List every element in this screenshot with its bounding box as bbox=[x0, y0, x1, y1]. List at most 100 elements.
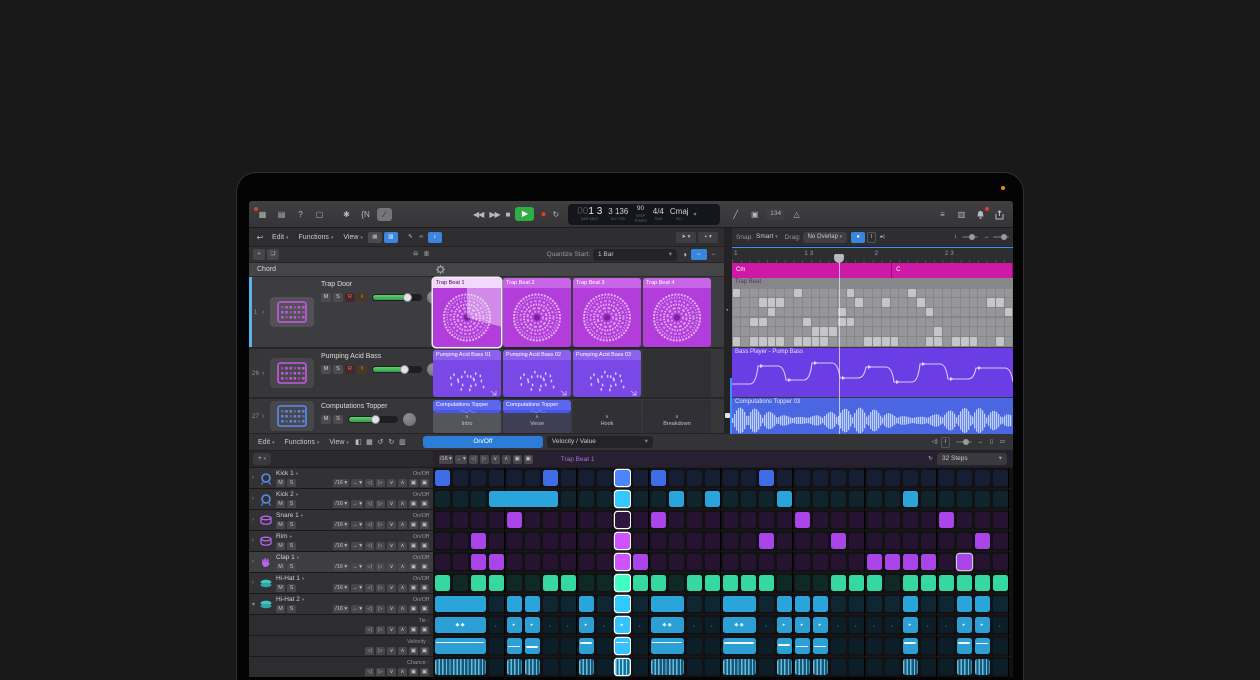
step-cell[interactable] bbox=[705, 659, 720, 675]
step-cell[interactable] bbox=[921, 596, 936, 612]
step-cell[interactable] bbox=[687, 554, 702, 570]
solo-button[interactable]: S bbox=[287, 521, 296, 530]
step-cell[interactable] bbox=[885, 491, 900, 507]
rotate-left-step-button[interactable]: ◁ bbox=[365, 542, 374, 551]
solo-button[interactable]: S bbox=[287, 542, 296, 551]
grid-view-icon[interactable]: ▦ bbox=[368, 232, 382, 243]
increment-button[interactable]: ∧ bbox=[398, 584, 407, 593]
step-cell[interactable] bbox=[849, 491, 864, 507]
step-cell[interactable] bbox=[885, 533, 900, 549]
rotate-right-step-button[interactable]: ▷ bbox=[376, 521, 385, 530]
mute-button[interactable]: M bbox=[276, 500, 285, 509]
step-rate-dropdown[interactable]: /16 ▾ bbox=[439, 455, 453, 464]
expand-icon[interactable]: ↔ bbox=[691, 249, 707, 260]
record-button[interactable]: R bbox=[345, 365, 355, 374]
step-cell[interactable] bbox=[903, 491, 918, 507]
step-cell[interactable] bbox=[597, 512, 612, 528]
step-grid[interactable] bbox=[433, 531, 1013, 551]
step-cell[interactable] bbox=[489, 470, 504, 486]
step-cell[interactable] bbox=[543, 470, 558, 486]
pointer-tool-menu[interactable]: ➤ ▾ bbox=[676, 232, 696, 243]
step-cell[interactable] bbox=[903, 512, 918, 528]
octave-up-button[interactable]: ∧ bbox=[502, 455, 511, 464]
solo-button[interactable]: S bbox=[333, 365, 343, 374]
volume-slider[interactable] bbox=[372, 294, 422, 301]
step-cell[interactable] bbox=[543, 512, 558, 528]
step-cell[interactable] bbox=[453, 533, 468, 549]
step-cell[interactable]: ▸ bbox=[921, 617, 936, 633]
step-cell[interactable] bbox=[705, 491, 720, 507]
step-cell[interactable] bbox=[903, 659, 918, 675]
settings-icon[interactable]: ✱ bbox=[339, 208, 354, 221]
step-cell[interactable] bbox=[435, 638, 486, 654]
loop-icon[interactable]: ↻ bbox=[926, 455, 935, 464]
half-circle-icon[interactable]: ◑ bbox=[680, 250, 689, 259]
step-cell[interactable]: ▸ bbox=[939, 617, 954, 633]
step-cell[interactable] bbox=[723, 659, 756, 675]
step-cell[interactable] bbox=[705, 554, 720, 570]
step-cell[interactable]: ▸ bbox=[597, 617, 612, 633]
edit-mode-b-button[interactable]: ▣ bbox=[420, 521, 429, 530]
step-cell[interactable] bbox=[453, 491, 468, 507]
step-cell[interactable] bbox=[903, 470, 918, 486]
step-cell[interactable] bbox=[777, 638, 792, 654]
step-cell[interactable] bbox=[975, 554, 990, 570]
step-cell[interactable] bbox=[921, 659, 936, 675]
grid-edit-icon[interactable]: ▥ bbox=[422, 250, 431, 259]
step-cell[interactable] bbox=[867, 596, 882, 612]
step-rate-dropdown[interactable]: /16 ▾ bbox=[333, 584, 349, 593]
decrement-button[interactable]: ∨ bbox=[387, 563, 396, 572]
mute-button[interactable]: M bbox=[321, 365, 331, 374]
step-cell[interactable] bbox=[867, 638, 882, 654]
step-cell[interactable] bbox=[957, 554, 972, 570]
step-grid[interactable] bbox=[433, 636, 1013, 656]
template-icon[interactable]: ⊟ bbox=[411, 250, 420, 259]
octave-down-button[interactable]: ∨ bbox=[491, 455, 500, 464]
step-rate-dropdown[interactable]: /16 ▾ bbox=[333, 521, 349, 530]
step-cell[interactable] bbox=[543, 554, 558, 570]
step-cell[interactable] bbox=[975, 533, 990, 549]
list-editors-icon[interactable]: ≡ bbox=[935, 208, 950, 221]
step-cell[interactable]: ▸ bbox=[849, 617, 864, 633]
solo-button[interactable]: S bbox=[287, 605, 296, 614]
edit-mode-b-button[interactable]: ▣ bbox=[420, 500, 429, 509]
step-cell[interactable] bbox=[993, 554, 1008, 570]
step-cell[interactable] bbox=[759, 596, 774, 612]
fit-width-icon[interactable]: ↔ bbox=[709, 250, 718, 259]
step-cell[interactable] bbox=[705, 638, 720, 654]
step-cell[interactable] bbox=[813, 491, 828, 507]
step-cell[interactable] bbox=[741, 512, 756, 528]
step-cell[interactable] bbox=[939, 659, 954, 675]
step-cell[interactable] bbox=[669, 470, 684, 486]
edit-mode-b-button[interactable]: ▣ bbox=[420, 668, 429, 677]
step-cell[interactable] bbox=[831, 512, 846, 528]
step-cell[interactable] bbox=[561, 533, 576, 549]
step-cell[interactable]: ▸ bbox=[975, 617, 990, 633]
step-cell[interactable] bbox=[471, 575, 486, 591]
rotate-right-step-button[interactable]: ▷ bbox=[376, 626, 385, 635]
step-cell[interactable] bbox=[507, 638, 522, 654]
step-grid[interactable] bbox=[433, 510, 1013, 530]
step-rate-dropdown[interactable]: /16 ▾ bbox=[333, 563, 349, 572]
record-button[interactable]: ● bbox=[540, 209, 546, 220]
loop-cell[interactable]: Pumping Acid Bass 03 bbox=[573, 350, 641, 397]
rotate-left-step-button[interactable]: ◁ bbox=[365, 479, 374, 488]
step-cell[interactable] bbox=[615, 554, 630, 570]
direction-dropdown[interactable]: → ▾ bbox=[351, 500, 363, 509]
decrement-button[interactable]: ∨ bbox=[387, 584, 396, 593]
step-cell[interactable] bbox=[741, 575, 756, 591]
loop-cell[interactable]: Trap Beat 4 bbox=[643, 278, 711, 347]
step-cell[interactable] bbox=[939, 470, 954, 486]
increment-button[interactable]: ∧ bbox=[398, 605, 407, 614]
step-cell[interactable] bbox=[471, 512, 486, 528]
step-cell[interactable] bbox=[471, 491, 486, 507]
step-cell[interactable] bbox=[777, 512, 792, 528]
step-cell[interactable] bbox=[651, 470, 666, 486]
step-cell[interactable] bbox=[633, 575, 648, 591]
horizontal-zoom-slider[interactable] bbox=[993, 236, 1009, 238]
step-cell[interactable] bbox=[651, 554, 666, 570]
scene-trigger[interactable]: ∧Verse bbox=[503, 413, 571, 433]
loops-track-row[interactable]: 26›Pumping Acid BassMSRIPumping Acid Bas… bbox=[249, 349, 724, 398]
view-menu[interactable]: View ▾ bbox=[329, 439, 349, 446]
step-cell[interactable] bbox=[579, 512, 594, 528]
